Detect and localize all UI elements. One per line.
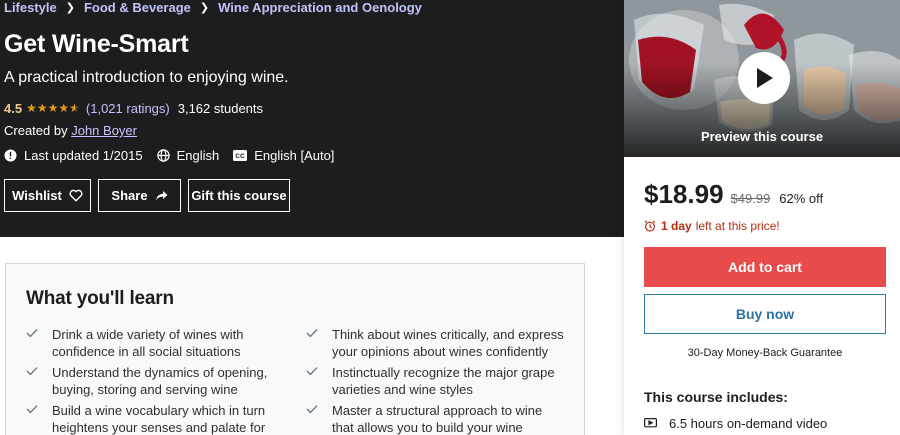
chevron-right-icon: ❯ — [65, 1, 75, 14]
language: English — [156, 147, 220, 163]
share-button[interactable]: Share — [98, 179, 181, 212]
learn-item-text: Build a wine vocabulary which in turn he… — [52, 403, 266, 435]
what-youll-learn: What you'll learn Drink a wide variety o… — [5, 263, 585, 435]
course-page: Lifestyle ❯ Food & Beverage ❯ Wine Appre… — [0, 0, 900, 435]
learn-item: Master a structural approach to wine tha… — [306, 402, 566, 435]
include-item: 6.5 hours on-demand video — [644, 416, 886, 431]
share-label: Share — [111, 188, 148, 203]
created-by-label: Created by — [4, 123, 68, 138]
svg-text:CC: CC — [236, 153, 246, 160]
learn-item: Understand the dynamics of opening, buyi… — [26, 364, 286, 398]
learn-item-text: Drink a wide variety of wines with confi… — [52, 327, 244, 359]
video-icon — [644, 418, 657, 429]
ratings-count-link[interactable]: (1,021 ratings) — [86, 101, 170, 116]
alarm-clock-icon — [644, 220, 656, 232]
heart-icon — [69, 189, 83, 202]
original-price: $49.99 — [730, 191, 771, 206]
learn-heading: What you'll learn — [26, 288, 174, 309]
learn-item: Instinctually recognize the major grape … — [306, 364, 566, 398]
captions-icon: CC — [233, 149, 248, 162]
include-item-text: 6.5 hours on-demand video — [669, 416, 828, 431]
price-timer: 1 day left at this price! — [644, 219, 886, 233]
course-actions: Wishlist Share Gift this course — [4, 179, 614, 212]
last-updated-text: Last updated 1/2015 — [24, 147, 143, 163]
course-title: Get Wine-Smart — [4, 30, 189, 58]
buy-now-button[interactable]: Buy now — [644, 294, 886, 334]
breadcrumb-lifestyle[interactable]: Lifestyle — [4, 0, 57, 15]
timer-text: left at this price! — [695, 219, 780, 233]
last-updated: Last updated 1/2015 — [4, 148, 143, 163]
course-subtitle: A practical introduction to enjoying win… — [4, 69, 289, 86]
gift-label: Gift this course — [191, 188, 287, 203]
star-half-icon: ★★ — [69, 101, 80, 115]
wishlist-label: Wishlist — [12, 188, 62, 203]
breadcrumb-food-beverage[interactable]: Food & Beverage — [84, 0, 191, 15]
language-text: English — [176, 147, 220, 163]
add-to-cart-button[interactable]: Add to cart — [644, 247, 886, 287]
learn-item-text: Understand the dynamics of opening, buyi… — [52, 365, 268, 397]
breadcrumb-wine-appreciation[interactable]: Wine Appreciation and Oenology — [218, 0, 422, 15]
star-rating: ★★★★★★ — [26, 101, 80, 115]
check-icon — [26, 364, 38, 398]
star-icon: ★ — [26, 101, 37, 115]
wishlist-button[interactable]: Wishlist — [4, 179, 91, 212]
check-icon — [306, 402, 318, 435]
gift-course-button[interactable]: Gift this course — [188, 179, 290, 212]
learn-item: Drink a wide variety of wines with confi… — [26, 326, 286, 360]
share-arrow-icon — [155, 190, 168, 202]
star-icon: ★ — [36, 101, 48, 115]
sidebar-body: $18.99 $49.99 62% off 1 day left at this… — [624, 179, 900, 431]
check-icon — [306, 364, 318, 398]
alert-icon — [4, 149, 17, 162]
purchase-sidebar: Preview this course $18.99 $49.99 62% of… — [624, 0, 900, 435]
money-back-guarantee: 30-Day Money-Back Guarantee — [687, 347, 843, 359]
check-icon — [26, 402, 38, 435]
check-icon — [26, 326, 38, 360]
includes-heading: This course includes: — [644, 389, 788, 405]
learn-item: Think about wines critically, and expres… — [306, 326, 566, 360]
course-preview[interactable]: Preview this course — [624, 0, 900, 157]
learn-item-text: Master a structural approach to wine tha… — [332, 403, 543, 435]
chevron-right-icon: ❯ — [199, 1, 210, 14]
captions: CC English [Auto] — [233, 148, 334, 163]
learn-item-text: Instinctually recognize the major grape … — [332, 365, 555, 397]
students-count: 3,162 students — [177, 100, 264, 116]
course-header-content: Lifestyle ❯ Food & Beverage ❯ Wine Appre… — [4, 0, 614, 212]
globe-icon — [156, 148, 170, 162]
check-icon — [306, 326, 318, 360]
course-meta: Last updated 1/2015 English CC English [… — [4, 147, 614, 163]
star-icon: ★ — [47, 101, 59, 115]
price-row: $18.99 $49.99 62% off — [644, 179, 886, 210]
learn-item: Build a wine vocabulary which in turn he… — [26, 402, 286, 435]
star-icon: ★ — [58, 101, 70, 115]
breadcrumb: Lifestyle ❯ Food & Beverage ❯ Wine Appre… — [4, 0, 614, 15]
learn-item-text: Think about wines critically, and expres… — [332, 327, 564, 359]
play-icon[interactable] — [738, 52, 790, 104]
preview-label: Preview this course — [700, 129, 824, 144]
captions-text: English [Auto] — [254, 147, 335, 163]
current-price: $18.99 — [644, 179, 724, 209]
created-by: Created by John Boyer — [4, 123, 614, 139]
rating-row: 4.5 ★★★★★★ (1,021 ratings) 3,162 student… — [4, 100, 614, 116]
discount-percent: 62% off — [779, 191, 824, 206]
timer-days: 1 day — [661, 219, 692, 233]
rating-value: 4.5 — [4, 100, 23, 116]
instructor-link[interactable]: John Boyer — [71, 123, 137, 138]
